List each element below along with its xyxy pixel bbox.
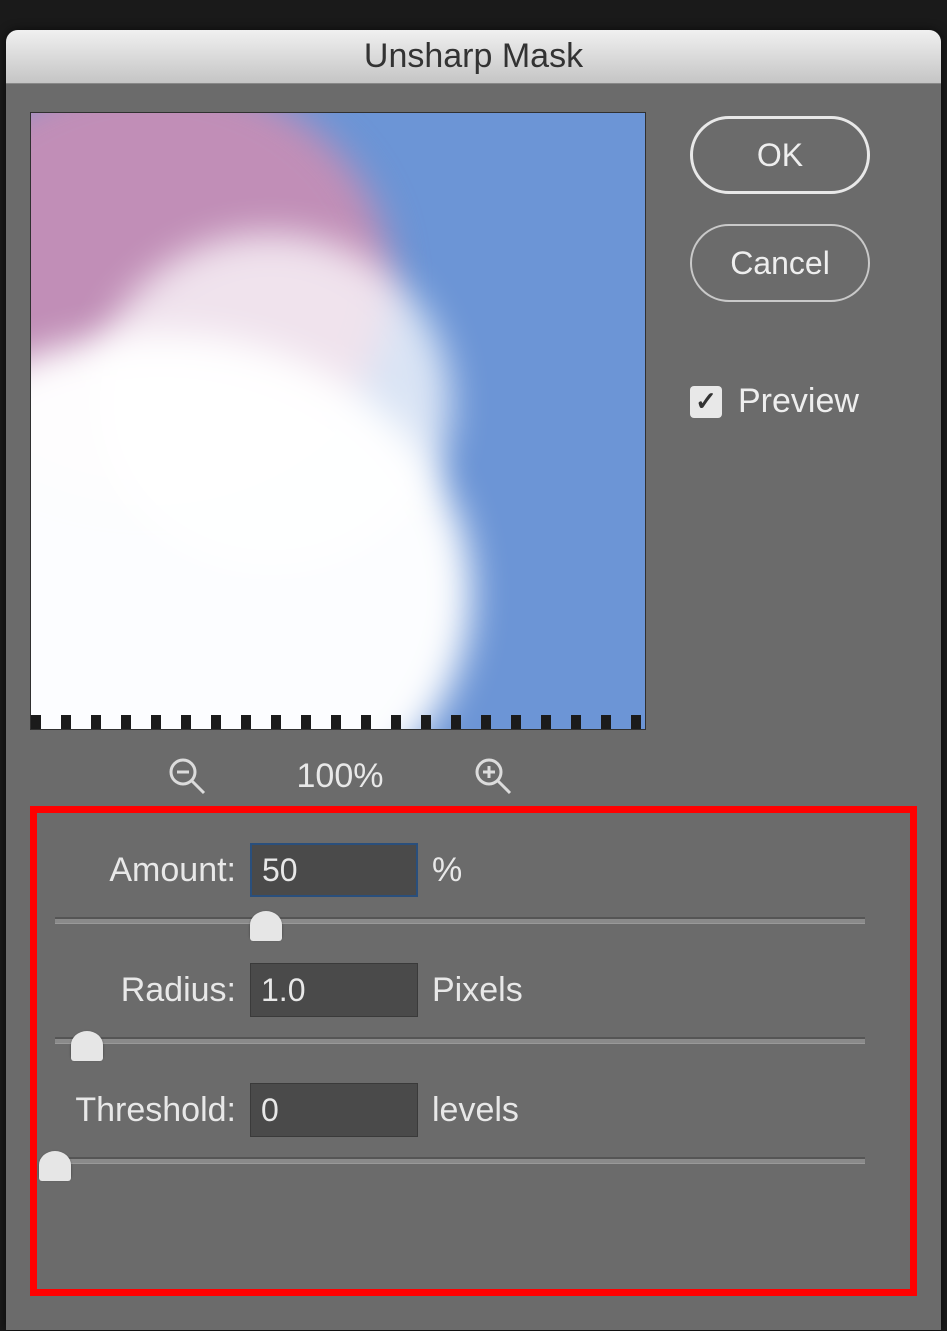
threshold-suffix: levels <box>432 1091 519 1130</box>
amount-slider-thumb[interactable] <box>250 911 282 939</box>
threshold-slider[interactable] <box>55 1157 865 1163</box>
amount-slider[interactable] <box>55 917 865 923</box>
amount-input[interactable] <box>250 843 418 897</box>
threshold-label: Threshold: <box>55 1091 250 1130</box>
zoom-level: 100% <box>297 757 384 796</box>
radius-row: Radius: Pixels <box>55 963 892 1017</box>
dialog-titlebar[interactable]: Unsharp Mask <box>6 30 941 84</box>
threshold-input[interactable] <box>250 1083 418 1137</box>
radius-slider[interactable] <box>55 1037 865 1043</box>
radius-input[interactable] <box>250 963 418 1017</box>
cancel-button[interactable]: Cancel <box>690 224 870 302</box>
amount-row: Amount: % <box>55 843 892 897</box>
parameters-panel: Amount: % Radius: Pixels Threshold: leve… <box>30 806 917 1296</box>
threshold-row: Threshold: levels <box>55 1083 892 1137</box>
ok-button[interactable]: OK <box>690 116 870 194</box>
radius-suffix: Pixels <box>432 971 523 1010</box>
preview-checkbox[interactable]: ✓ Preview <box>690 382 870 421</box>
checkmark-icon: ✓ <box>690 386 722 418</box>
zoom-in-icon[interactable] <box>473 756 513 796</box>
unsharp-mask-dialog: Unsharp Mask 100% <box>6 30 941 1330</box>
dialog-title: Unsharp Mask <box>364 37 583 76</box>
amount-suffix: % <box>432 851 462 890</box>
zoom-out-icon[interactable] <box>167 756 207 796</box>
amount-label: Amount: <box>55 851 250 890</box>
threshold-slider-thumb[interactable] <box>39 1151 71 1179</box>
radius-label: Radius: <box>55 971 250 1010</box>
radius-slider-thumb[interactable] <box>71 1031 103 1059</box>
preview-image[interactable] <box>30 112 646 730</box>
preview-label: Preview <box>738 382 859 421</box>
